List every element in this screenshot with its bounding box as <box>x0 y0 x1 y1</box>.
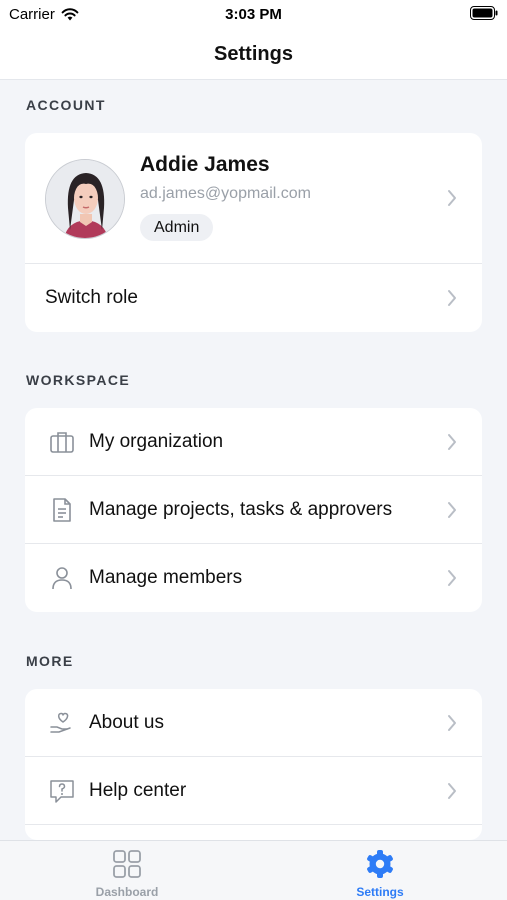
profile-email: ad.james@yopmail.com <box>140 185 311 202</box>
help-bubble-icon <box>50 779 74 803</box>
battery-icon <box>470 6 498 24</box>
section-header-account: ACCOUNT <box>26 97 106 113</box>
account-card: Addie James ad.james@yopmail.com Admin S… <box>25 133 482 332</box>
about-us-label: About us <box>89 711 164 733</box>
chevron-right-icon <box>448 782 456 799</box>
section-header-more: MORE <box>26 653 74 669</box>
switch-role-label: Switch role <box>45 287 138 308</box>
status-bar: Carrier 3:03 PM <box>0 0 507 30</box>
list-item[interactable] <box>25 825 482 840</box>
manage-projects-row[interactable]: Manage projects, tasks & approvers <box>25 476 482 544</box>
briefcase-icon <box>50 431 74 453</box>
profile-name: Addie James <box>140 153 270 176</box>
chevron-right-icon <box>448 501 456 518</box>
heart-hand-icon <box>50 712 71 733</box>
tab-dashboard-label: Dashboard <box>95 885 159 899</box>
document-icon <box>53 497 71 522</box>
more-card: About us Help center <box>25 689 482 840</box>
role-badge: Admin <box>140 214 214 241</box>
tab-settings[interactable]: Settings <box>310 841 450 900</box>
workspace-card: My organization Manage projects, tasks &… <box>25 408 482 612</box>
about-us-row[interactable]: About us <box>25 689 482 757</box>
avatar <box>45 159 125 239</box>
gear-icon <box>367 850 393 878</box>
help-center-row[interactable]: Help center <box>25 757 482 825</box>
my-organization-label: My organization <box>89 430 224 452</box>
chevron-right-icon <box>448 714 456 731</box>
my-organization-row[interactable]: My organization <box>25 408 482 476</box>
switch-role-row[interactable]: Switch role <box>25 264 482 332</box>
manage-projects-label: Manage projects, tasks & approvers <box>89 498 393 520</box>
clock: 3:03 PM <box>225 6 282 23</box>
tab-bar: Dashboard Settings <box>0 840 507 900</box>
chevron-right-icon <box>448 570 456 586</box>
manage-members-label: Manage members <box>89 567 243 588</box>
tab-settings-label: Settings <box>356 885 404 899</box>
navigation-bar: Settings <box>0 30 507 80</box>
grid-icon <box>113 850 141 878</box>
person-icon <box>52 567 72 590</box>
chevron-right-icon <box>448 190 456 206</box>
chevron-right-icon <box>448 433 456 450</box>
help-center-label: Help center <box>89 779 187 801</box>
manage-members-row[interactable]: Manage members <box>25 544 482 612</box>
profile-row[interactable]: Addie James ad.james@yopmail.com Admin <box>25 133 482 264</box>
section-header-workspace: WORKSPACE <box>26 372 131 388</box>
tab-dashboard[interactable]: Dashboard <box>57 841 197 900</box>
page-title: Settings <box>214 43 293 65</box>
chevron-right-icon <box>448 290 456 306</box>
